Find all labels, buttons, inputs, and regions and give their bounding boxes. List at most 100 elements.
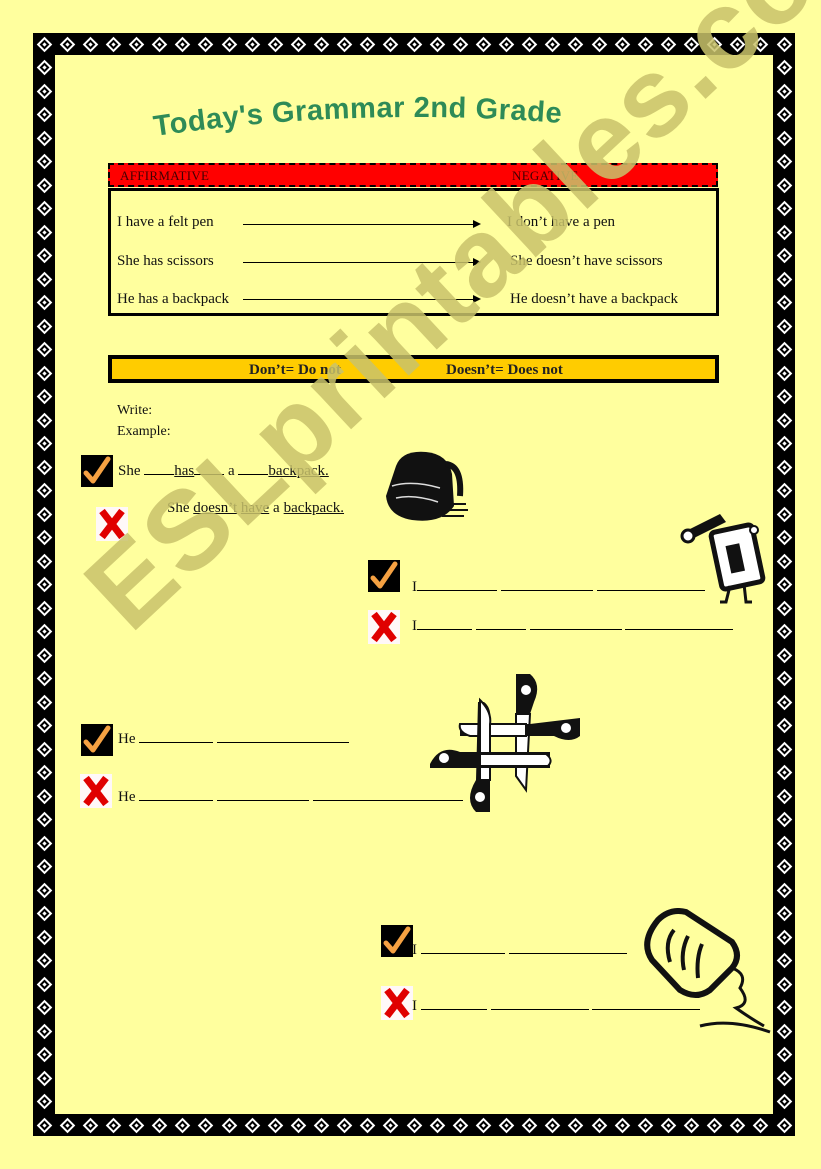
border-diamond-icon — [776, 506, 792, 522]
answer-blank[interactable] — [420, 941, 505, 954]
answer-blank[interactable] — [529, 617, 622, 630]
border-diamond-icon — [174, 1117, 191, 1133]
border-diamond-icon — [244, 1117, 260, 1133]
border-diamond-icon — [36, 623, 52, 640]
border-diamond-icon — [753, 1117, 769, 1133]
answer-blank[interactable] — [420, 997, 487, 1010]
border-diamond-icon — [776, 318, 792, 334]
border-diamond-icon — [776, 388, 792, 405]
border-diamond-icon — [776, 882, 792, 898]
row-affirmative: I have a felt pen — [117, 214, 214, 230]
border-diamond-icon — [406, 36, 422, 52]
check-icon — [81, 455, 113, 487]
answer-blank[interactable] — [139, 788, 214, 801]
border-diamond-icon — [452, 36, 469, 52]
exercise-3-affirmative: I — [412, 941, 627, 959]
border-diamond-icon — [82, 36, 99, 52]
border-diamond-icon — [198, 36, 214, 52]
answer-blank[interactable] — [217, 730, 349, 743]
subject: I — [412, 998, 417, 1014]
answer-blank[interactable] — [417, 578, 497, 591]
border-diamond-icon — [290, 36, 307, 52]
answer-blank[interactable] — [417, 617, 472, 630]
border-diamond-icon — [36, 247, 52, 264]
answer-blank[interactable] — [475, 617, 526, 630]
border-diamond-icon — [36, 388, 52, 405]
border-diamond-icon — [36, 788, 52, 804]
border-diamond-icon — [36, 506, 52, 522]
border-diamond-icon — [36, 741, 52, 757]
answer-blank[interactable] — [508, 941, 627, 954]
border-diamond-icon — [776, 482, 792, 499]
border-diamond-icon — [36, 435, 52, 452]
border-diamond-icon — [36, 153, 52, 170]
answer-blank[interactable] — [625, 617, 734, 630]
cross-icon — [368, 610, 400, 644]
check-icon — [368, 560, 400, 592]
row-affirmative: She has scissors — [117, 253, 214, 269]
border-diamond-icon — [36, 553, 52, 569]
border-diamond-icon — [637, 1117, 654, 1133]
border-diamond-icon — [776, 788, 792, 804]
border-diamond-icon — [776, 623, 792, 640]
border-diamond-icon — [36, 106, 52, 123]
border-diamond-icon — [36, 858, 52, 875]
cross-icon — [80, 774, 112, 808]
border-diamond-icon — [498, 1117, 515, 1133]
border-diamond-icon — [359, 36, 376, 52]
border-diamond-icon — [776, 271, 792, 287]
border-diamond-icon — [776, 1046, 792, 1063]
border-diamond-icon — [36, 764, 52, 781]
border-diamond-icon — [568, 36, 584, 52]
scissors-picture — [430, 672, 582, 819]
border-diamond-icon — [776, 952, 792, 969]
answer-blank[interactable] — [596, 578, 705, 591]
border-diamond-icon — [36, 200, 52, 217]
border-diamond-icon — [359, 1117, 376, 1133]
answer-blank[interactable] — [490, 997, 589, 1010]
border-diamond-icon — [36, 224, 52, 240]
border-diamond-icon — [36, 882, 52, 898]
border-diamond-icon — [475, 36, 492, 52]
border-diamond-icon — [174, 36, 191, 52]
answer-blank[interactable] — [139, 730, 214, 743]
backpack-picture — [382, 446, 470, 531]
border-diamond-icon — [128, 36, 145, 52]
row-affirmative: He has a backpack — [117, 291, 230, 307]
border-diamond-icon — [267, 1117, 284, 1133]
border-diamond-icon — [36, 130, 52, 146]
border-diamond-icon — [36, 341, 52, 358]
border-diamond-icon — [36, 1046, 52, 1063]
border-diamond-icon — [776, 999, 792, 1016]
note-doesnt: Doesn’t= Does not — [446, 362, 563, 378]
border-diamond-icon — [544, 1117, 561, 1133]
border-diamond-icon — [36, 717, 52, 734]
border-diamond-icon — [383, 36, 399, 52]
answer-blank[interactable] — [500, 578, 593, 591]
border-diamond-icon — [313, 36, 330, 52]
border-diamond-icon — [336, 1117, 353, 1133]
border-diamond-icon — [36, 83, 52, 99]
border-diamond-icon — [36, 177, 52, 193]
border-diamond-icon — [221, 36, 237, 52]
border-diamond-icon — [776, 694, 792, 710]
border-diamond-icon — [776, 459, 792, 475]
border-diamond-icon — [36, 412, 52, 428]
border-diamond-icon — [776, 835, 792, 851]
border-diamond-icon — [776, 553, 792, 569]
border-diamond-icon — [776, 365, 792, 381]
border-diamond-icon — [683, 1117, 700, 1133]
border-diamond-icon — [36, 271, 52, 287]
border-diamond-icon — [267, 36, 284, 52]
border-diamond-icon — [336, 36, 353, 52]
border-diamond-icon — [776, 247, 792, 264]
border-diamond-icon — [776, 1117, 792, 1133]
border-diamond-icon — [383, 1117, 399, 1133]
border-diamond-icon — [776, 929, 792, 945]
border-diamond-icon — [36, 905, 52, 922]
border-diamond-icon — [429, 36, 445, 52]
exercise-2-negative: He — [118, 788, 463, 806]
answer-blank[interactable] — [217, 788, 309, 801]
border-diamond-icon — [521, 1117, 538, 1133]
border-diamond-icon — [544, 36, 561, 52]
